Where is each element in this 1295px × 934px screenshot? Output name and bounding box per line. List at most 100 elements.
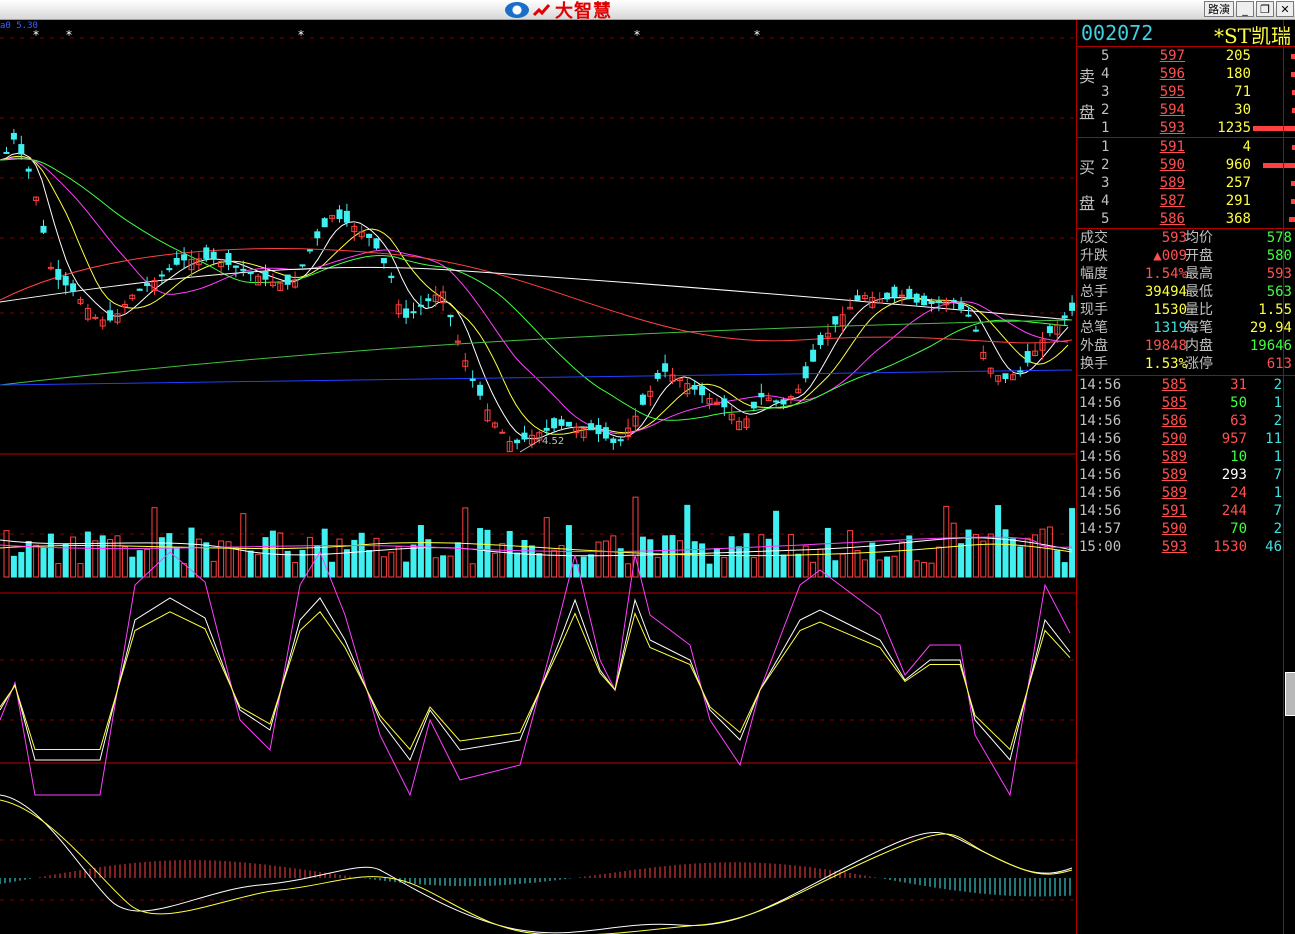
tick-price: 593 (1161, 539, 1187, 555)
candlesticks[interactable] (3, 129, 1076, 453)
buy-row[interactable]: 5 586 368 (1077, 210, 1295, 228)
tick-row[interactable]: 14:56 591 244 7 (1077, 502, 1295, 520)
tick-row[interactable]: 14:56 585 50 1 (1077, 394, 1295, 412)
tick-row[interactable]: 14:56 589 24 1 (1077, 484, 1295, 502)
tick-row[interactable]: 14:57 590 70 2 (1077, 520, 1295, 538)
candlestick (1017, 366, 1024, 377)
candlestick (440, 285, 447, 312)
roadshow-button[interactable]: 路演 (1204, 1, 1234, 17)
candlestick (869, 291, 876, 309)
tick-volume: 244 (1221, 503, 1247, 519)
minimize-button[interactable]: _ (1236, 1, 1254, 17)
event-star-icon: * (298, 28, 304, 42)
volume-bar (1061, 562, 1068, 578)
buy-orderbook: 买 盘 1 591 4 2 590 960 3 589 257 4 587 291 5 586 368 (1077, 138, 1295, 229)
tick-price: 590 (1161, 521, 1187, 537)
candlestick (321, 217, 328, 228)
volume-bar (107, 538, 114, 578)
buy-row[interactable]: 2 590 960 (1077, 156, 1295, 174)
tick-count: 1 (1273, 395, 1282, 411)
tick-count: 7 (1273, 467, 1282, 483)
volume-bar (928, 562, 935, 578)
volume-bar (943, 505, 950, 578)
volume-bar (380, 556, 387, 578)
tick-volume: 63 (1230, 413, 1247, 429)
candlestick (417, 295, 424, 316)
candlestick (1032, 343, 1039, 357)
buy-row[interactable]: 1 591 4 (1077, 138, 1295, 156)
candlestick (491, 421, 498, 429)
tick-row[interactable]: 14:56 589 10 1 (1077, 448, 1295, 466)
tick-price: 585 (1161, 395, 1187, 411)
sell-row[interactable]: 3 595 71 (1077, 83, 1295, 101)
candlestick (565, 421, 572, 427)
tick-price: 590 (1161, 431, 1187, 447)
kdj-indicator (0, 550, 1071, 797)
volume-bar (521, 539, 528, 578)
buy-volume: 960 (1225, 157, 1251, 173)
tick-row[interactable]: 14:56 586 63 2 (1077, 412, 1295, 430)
svg-text:4.52: 4.52 (542, 436, 564, 447)
buy-level: 5 (1101, 211, 1110, 227)
volume-bar (950, 522, 957, 578)
candlestick (876, 292, 883, 304)
macd-dea-line (0, 799, 1073, 934)
tick-row[interactable]: 14:56 585 31 2 (1077, 376, 1295, 394)
tick-list: 14:56 585 31 2 14:56 585 50 1 14:56 586 63 2 14:56 59… (1077, 376, 1295, 556)
tick-row[interactable]: 15:00 593 1530 46 (1077, 538, 1295, 556)
sell-row[interactable]: 5 597 205 (1077, 47, 1295, 65)
candlestick (891, 284, 898, 302)
tick-time: 14:56 (1079, 485, 1122, 501)
tick-row[interactable]: 14:56 589 293 7 (1077, 466, 1295, 484)
candlestick (943, 297, 950, 313)
sell-price: 597 (1159, 48, 1185, 64)
candlestick (10, 129, 17, 145)
volume-bar (314, 545, 321, 578)
candlestick (181, 247, 188, 269)
volume-bar (780, 554, 787, 578)
close-button[interactable]: ✕ (1276, 1, 1294, 17)
candlestick (136, 288, 143, 291)
sell-row[interactable]: 4 596 180 (1077, 65, 1295, 83)
volume-bar (410, 544, 417, 578)
stock-code[interactable]: 002072 (1081, 21, 1153, 45)
volume-bar (403, 561, 410, 578)
kline-chart[interactable]: a0 5.30 * * * * * 4.52 (0, 20, 1076, 934)
volume-bar (787, 534, 794, 578)
event-star-icon: * (66, 28, 72, 42)
buy-price: 587 (1159, 193, 1185, 209)
volume-bars[interactable] (3, 496, 1076, 578)
candlestick (950, 297, 957, 310)
volume-bar (292, 561, 299, 578)
candlestick (366, 233, 373, 247)
candlestick (906, 285, 913, 300)
event-star-icon: * (754, 28, 760, 42)
tick-time: 14:56 (1079, 413, 1122, 429)
event-markers[interactable]: * * * * * (33, 28, 760, 42)
volume-bar (580, 556, 587, 578)
volume-bar (47, 533, 54, 578)
tick-volume: 50 (1230, 395, 1247, 411)
tick-row[interactable]: 14:56 590 957 11 (1077, 430, 1295, 448)
sell-price: 596 (1159, 66, 1185, 82)
tick-time: 15:00 (1079, 539, 1122, 555)
candlestick (1002, 373, 1009, 384)
volume-bar (602, 540, 609, 578)
restore-button[interactable]: ❐ (1256, 1, 1274, 17)
candlestick (861, 291, 868, 302)
sell-row[interactable]: 2 594 30 (1077, 101, 1295, 119)
volume-bar (40, 547, 47, 578)
sell-row[interactable]: 1 593 1235 (1077, 119, 1295, 137)
volume-bar (499, 543, 506, 578)
candlestick (77, 296, 84, 306)
buy-row[interactable]: 4 587 291 (1077, 192, 1295, 210)
scroll-thumb[interactable] (1285, 672, 1295, 716)
stock-name[interactable]: *ST凯瑞 (1214, 20, 1291, 49)
sell-level: 5 (1101, 48, 1110, 64)
candlestick (625, 418, 632, 441)
scrollbar[interactable] (1283, 20, 1295, 934)
volume-bar (898, 541, 905, 578)
volume-bar (639, 536, 646, 578)
buy-row[interactable]: 3 589 257 (1077, 174, 1295, 192)
candlestick (343, 203, 350, 227)
